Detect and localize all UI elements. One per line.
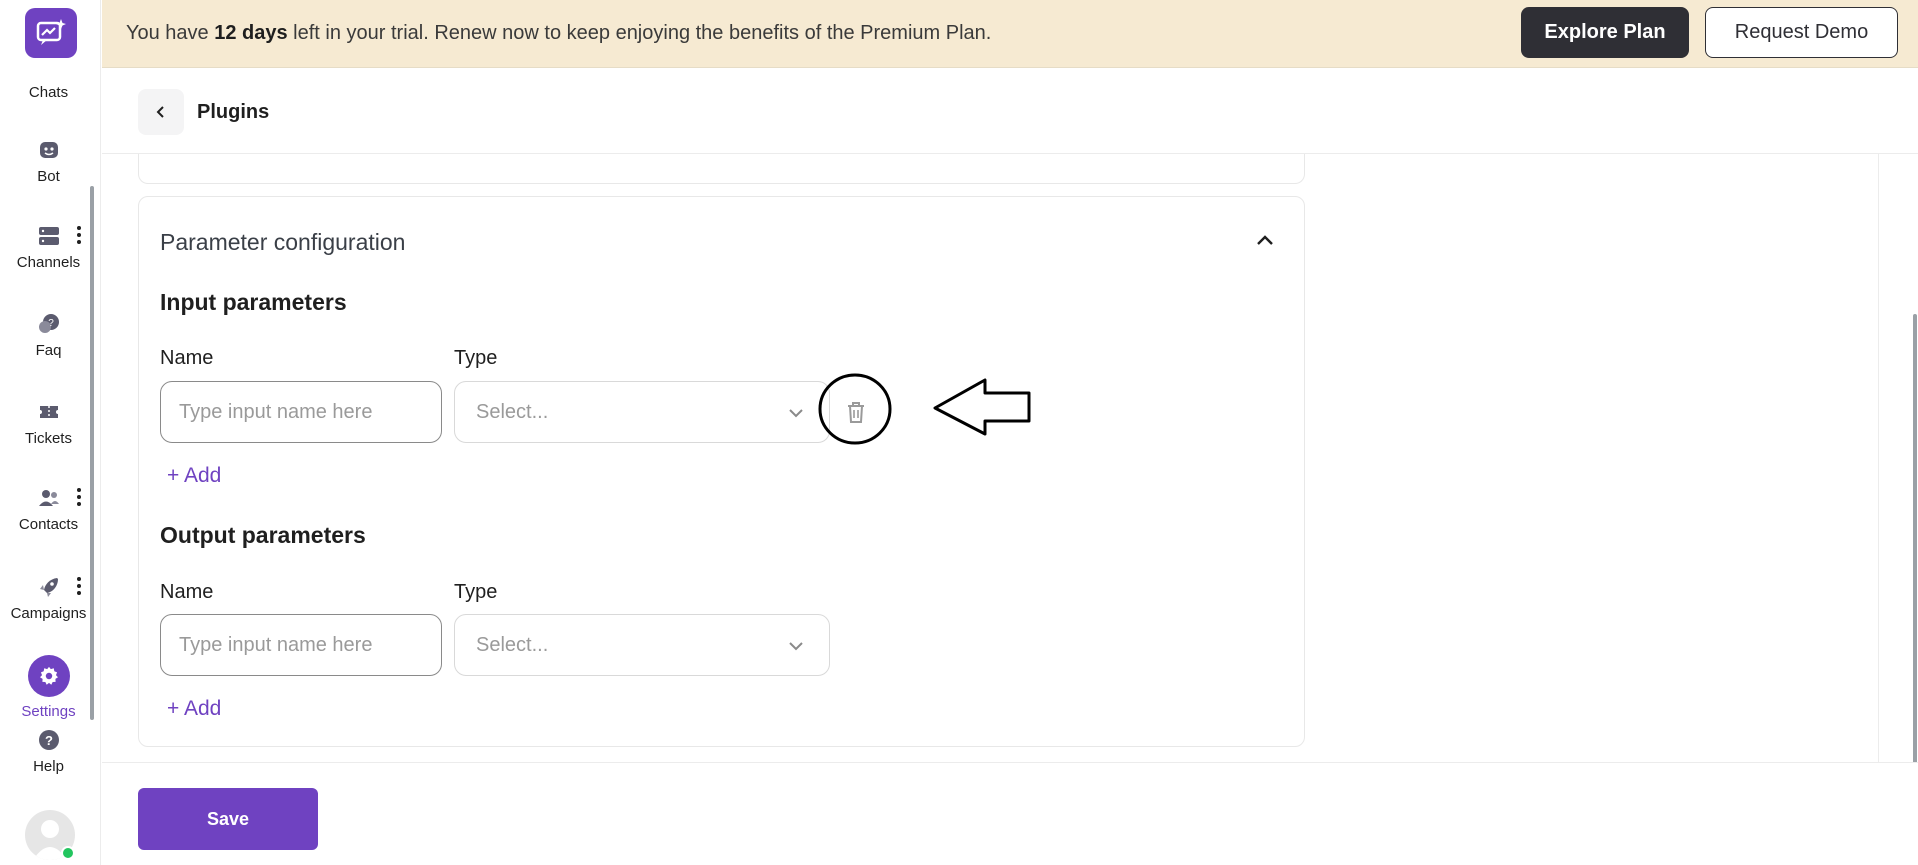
trial-banner-text: You have 12 days left in your trial. Ren… <box>126 22 991 45</box>
sidebar-item-faq[interactable]: ? Faq <box>0 312 97 359</box>
parameter-configuration-card: Parameter configuration Input parameters… <box>138 196 1305 747</box>
page-header: Plugins <box>102 69 1918 154</box>
sidebar-item-help[interactable]: ? Help <box>0 728 97 775</box>
explore-plan-button[interactable]: Explore Plan <box>1521 7 1689 58</box>
banner-text-part: You have <box>126 22 215 44</box>
page-title: Plugins <box>197 101 270 123</box>
chevron-down-icon <box>789 642 803 651</box>
sidebar-item-label: Tickets <box>25 430 72 447</box>
svg-text:?: ? <box>45 733 53 748</box>
help-icon: ? <box>38 730 59 750</box>
banner-text-part: left in your trial. Renew now to keep en… <box>287 22 992 44</box>
output-type-label: Type <box>454 581 498 603</box>
add-input-parameter-link[interactable]: + Add <box>167 464 221 488</box>
channels-icon <box>38 227 59 245</box>
online-status-dot <box>61 846 75 860</box>
sidebar-item-label: Settings <box>21 703 76 720</box>
sidebar-item-bot[interactable]: Bot <box>0 138 97 185</box>
save-button[interactable]: Save <box>138 788 318 850</box>
campaigns-icon <box>39 578 58 597</box>
bot-icon <box>39 142 58 158</box>
app-logo[interactable] <box>25 8 77 58</box>
trash-icon[interactable] <box>843 400 869 426</box>
input-type-label: Type <box>454 347 498 369</box>
output-type-select[interactable]: Select... <box>454 614 830 676</box>
select-placeholder: Select... <box>476 633 549 656</box>
chevron-up-icon[interactable] <box>1254 229 1276 251</box>
sidebar-item-label: Help <box>33 758 64 775</box>
right-panel-divider <box>1878 154 1879 763</box>
sidebar-item-chats[interactable]: Chats <box>0 84 97 101</box>
more-vertical-icon[interactable] <box>77 488 81 506</box>
sidebar-item-tickets[interactable]: Tickets <box>0 400 97 447</box>
sidebar-item-label: Campaigns <box>10 605 87 622</box>
input-name-field[interactable]: Type input name here <box>160 381 442 443</box>
sidebar-item-label: Contacts <box>18 516 79 533</box>
previous-section-card <box>138 154 1305 184</box>
trial-days-remaining: 12 days <box>214 22 288 44</box>
back-button[interactable] <box>138 89 184 135</box>
output-name-field[interactable]: Type input name here <box>160 614 442 676</box>
sidebar-scrollbar[interactable] <box>90 186 94 720</box>
chevron-left-icon <box>156 106 164 118</box>
contacts-icon <box>38 490 59 506</box>
section-title: Parameter configuration <box>160 229 406 255</box>
input-name-label: Name <box>160 347 214 369</box>
tickets-icon <box>39 406 58 418</box>
trial-banner: You have 12 days left in your trial. Ren… <box>102 0 1918 68</box>
sidebar-item-channels[interactable]: Channels <box>0 224 97 271</box>
select-placeholder: Select... <box>476 400 549 423</box>
svg-text:?: ? <box>48 318 54 329</box>
sidebar-item-label: Faq <box>35 342 62 359</box>
gear-icon <box>39 666 58 685</box>
sidebar: Chats Bot Channels ? Faq Tickets Contact… <box>0 0 101 865</box>
more-vertical-icon[interactable] <box>77 226 81 244</box>
input-type-select[interactable]: Select... <box>454 381 830 443</box>
output-name-label: Name <box>160 581 214 603</box>
page-footer: Save <box>102 762 1918 865</box>
request-demo-button[interactable]: Request Demo <box>1705 7 1898 58</box>
sidebar-item-label: Channels <box>16 254 81 271</box>
output-parameters-title: Output parameters <box>160 522 366 548</box>
more-vertical-icon[interactable] <box>77 577 81 595</box>
sidebar-item-campaigns[interactable]: Campaigns <box>0 575 97 622</box>
add-output-parameter-link[interactable]: + Add <box>167 697 221 721</box>
sidebar-item-label: Bot <box>37 168 60 185</box>
faq-icon: ? <box>38 314 59 333</box>
chevron-down-icon <box>789 409 803 418</box>
sidebar-item-contacts[interactable]: Contacts <box>0 486 97 533</box>
sidebar-item-settings[interactable]: Settings <box>0 655 97 720</box>
page-scrollbar[interactable] <box>1913 314 1917 824</box>
input-parameters-title: Input parameters <box>160 289 347 315</box>
chat-sparkle-icon <box>36 19 66 45</box>
sidebar-item-label: Chats <box>28 84 69 101</box>
settings-active-badge <box>27 655 70 697</box>
